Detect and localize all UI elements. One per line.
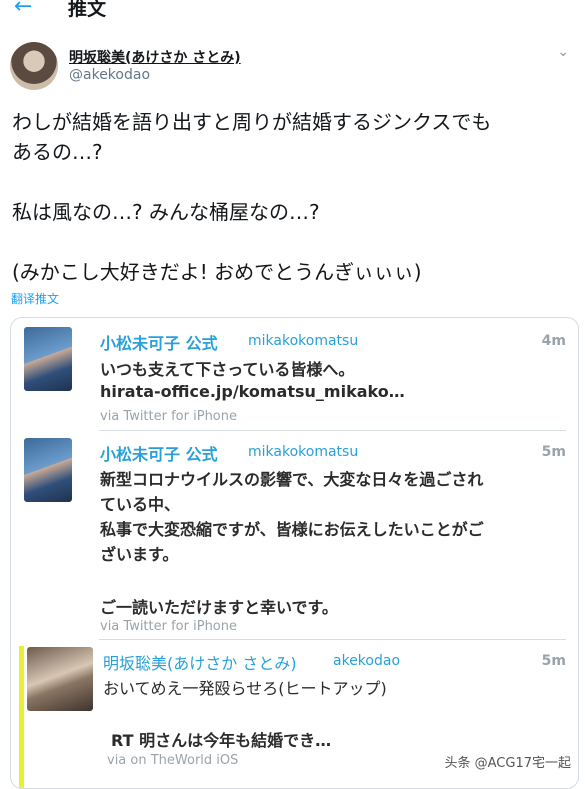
author-handle: @akekodao (69, 67, 151, 83)
embed-handle: mikakokomatsu (248, 333, 359, 349)
embed-line: ざいます。 (100, 545, 179, 564)
embed-line: 新型コロナウイルスの影響で、大変な日々を過ごされ (100, 470, 484, 489)
back-arrow-icon[interactable]: ← (14, 0, 32, 19)
embed-line: RT 明さんは今年も結婚でき… (111, 731, 332, 750)
tweet-text-line-2: あるの…? (12, 140, 103, 164)
embed-line: おいてめえ一発殴らせろ(ヒートアップ) (103, 679, 387, 698)
embedded-tweet-screenshot: 小松未可子 公式 mikakokomatsu 4m いつも支えて下さっている皆様… (10, 317, 579, 789)
page-title: 推文 (68, 0, 107, 20)
tweet-text-line-1: わしが結婚を語り出すと周りが結婚するジンクスでも (12, 110, 492, 134)
embed-line: hirata-office.jp/komatsu_mikako… (100, 382, 405, 401)
embed-via: via on TheWorld iOS (107, 753, 239, 768)
author-name[interactable]: 明坂聡美(あけさか さとみ) (69, 47, 241, 67)
divider (99, 639, 566, 640)
chevron-down-icon[interactable]: ⌄ (557, 44, 569, 60)
translate-tweet-link[interactable]: 翻译推文 (11, 290, 59, 307)
thumbnail-image (27, 647, 93, 711)
highlight-bar (19, 646, 24, 788)
embed-line: 私事で大変恐縮ですが、皆様にお伝えしたいことがご (100, 520, 484, 539)
thumbnail-image (24, 438, 72, 502)
embed-line: いつも支えて下さっている皆様へ。 (100, 360, 355, 379)
embed-line: ている中、 (100, 495, 181, 514)
embed-handle: mikakokomatsu (248, 444, 359, 460)
avatar[interactable] (10, 42, 58, 90)
watermark: 头条 @ACG17宅一起 (444, 756, 572, 771)
embed-via: via Twitter for iPhone (100, 409, 237, 424)
top-bar: ← 推文 (0, 0, 585, 24)
embed-name: 小松未可子 公式 (100, 445, 218, 464)
thumbnail-image (24, 327, 72, 391)
divider (99, 430, 566, 431)
embed-time: 5m (541, 444, 566, 460)
embed-via: via Twitter for iPhone (100, 619, 237, 634)
embed-name: 明坂聡美(あけさか さとみ) (103, 654, 297, 673)
tweet-text-line-3: 私は風なの…? みんな桶屋なの…? (12, 200, 320, 224)
embed-time: 4m (541, 333, 566, 349)
embed-line: ご一読いただけますと幸いです。 (100, 598, 338, 617)
tweet-text-line-4: (みかこし大好きだよ! おめでとうんぎぃぃぃ) (12, 260, 422, 284)
embed-time: 5m (541, 653, 566, 669)
tweet-author[interactable]: 明坂聡美(あけさか さとみ) @akekodao ⌄ (10, 40, 575, 92)
embed-name: 小松未可子 公式 (100, 334, 218, 353)
embed-handle: akekodao (333, 653, 401, 669)
